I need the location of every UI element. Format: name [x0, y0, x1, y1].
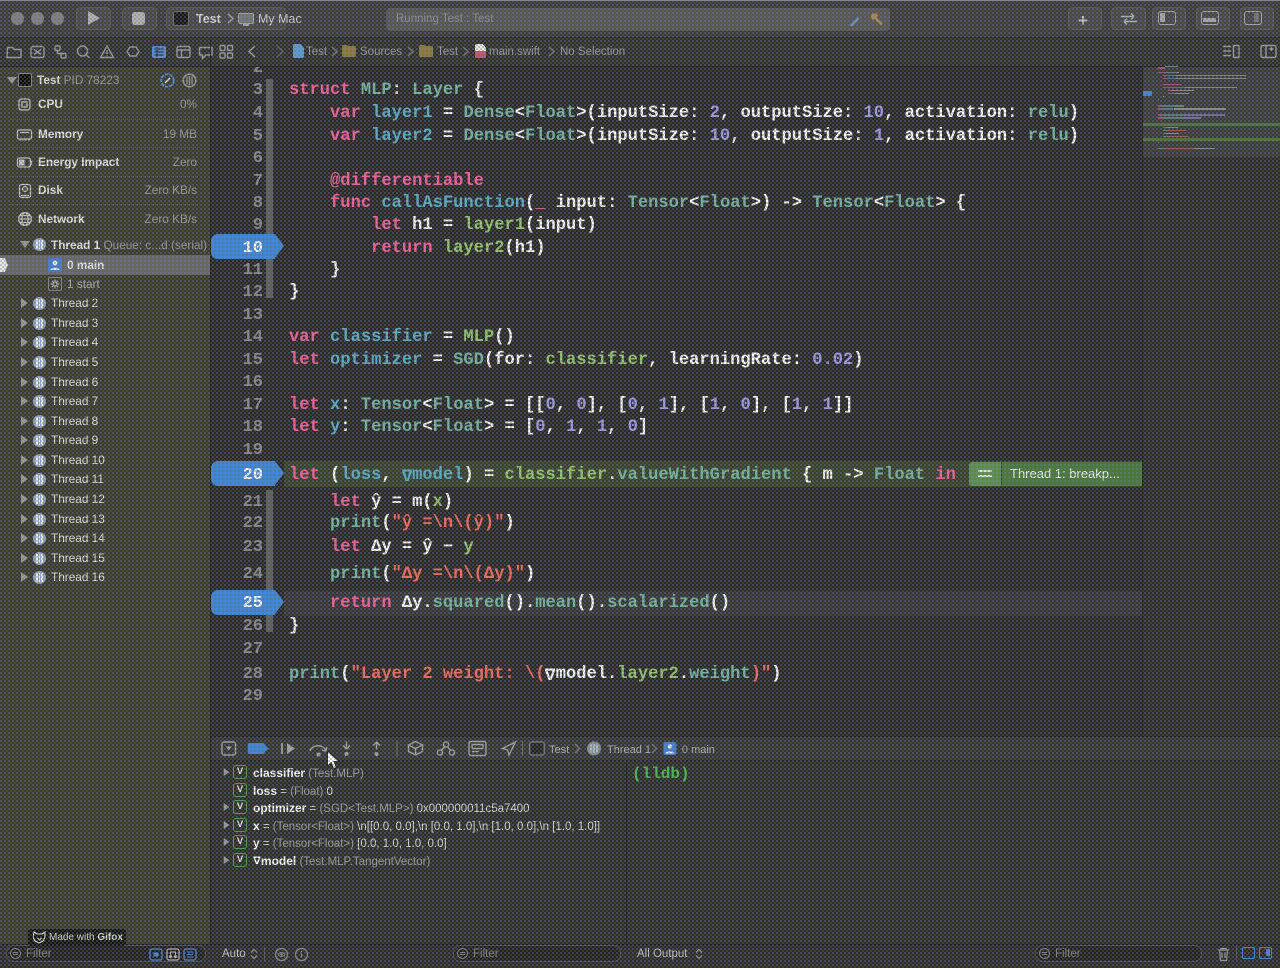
svg-text:Test: Test [549, 744, 569, 756]
svg-text:0 main: 0 main [682, 744, 715, 756]
svg-text:Thread 1: Thread 1 [607, 744, 651, 756]
